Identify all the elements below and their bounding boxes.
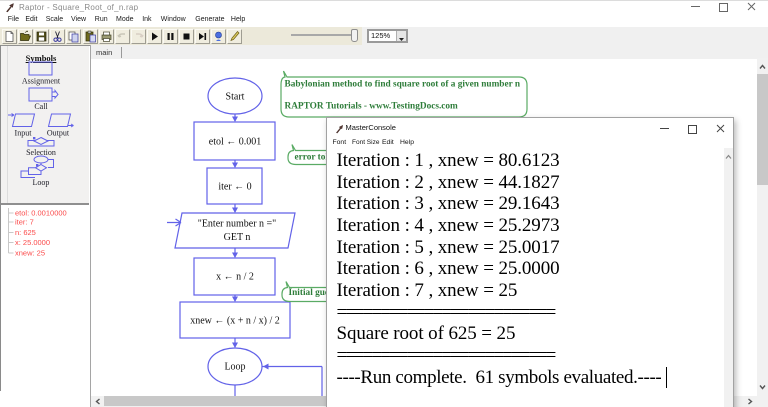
svg-text:GET n: GET n <box>224 232 251 243</box>
svg-text:Selection: Selection <box>26 148 56 157</box>
svg-text:x ← n / 2: x ← n / 2 <box>216 272 254 283</box>
svg-text:Call: Call <box>34 102 48 111</box>
svg-text:"Enter number n =": "Enter number n =" <box>198 219 277 230</box>
svg-text:Start: Start <box>226 92 245 103</box>
svg-text:etol ← 0.001: etol ← 0.001 <box>209 137 262 148</box>
svg-text:n: 625: n: 625 <box>15 228 36 237</box>
svg-text:xnew: 25: xnew: 25 <box>15 249 45 258</box>
svg-text:Output: Output <box>47 129 70 138</box>
svg-text:RAPTOR Tutorials - www.Testing: RAPTOR Tutorials - www.TestingDocs.com <box>285 102 459 112</box>
svg-text:Loop: Loop <box>224 362 245 373</box>
svg-text:xnew ← (x + n / x) / 2: xnew ← (x + n / x) / 2 <box>190 316 280 327</box>
svg-text:Loop: Loop <box>33 178 50 187</box>
svg-text:etol: 0.0010000: etol: 0.0010000 <box>15 209 67 218</box>
svg-text:iter: 7: iter: 7 <box>15 218 34 227</box>
svg-text:Assignment: Assignment <box>22 77 61 86</box>
svg-text:x: 25.0000: x: 25.0000 <box>15 238 50 247</box>
svg-text:Babylonian method to find squa: Babylonian method to find square root of… <box>285 80 521 90</box>
svg-text:iter ← 0: iter ← 0 <box>218 182 251 193</box>
svg-text:Input: Input <box>15 129 33 138</box>
